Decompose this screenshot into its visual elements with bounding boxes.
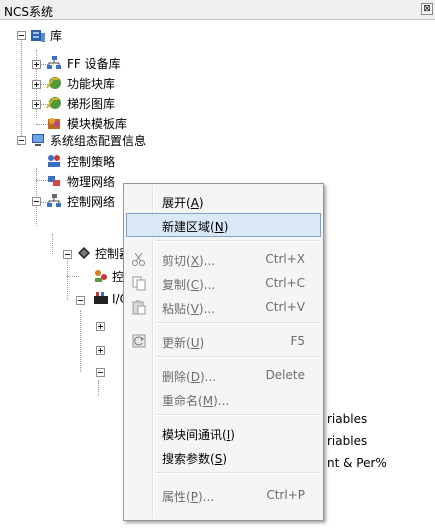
control-network-icon xyxy=(47,194,61,207)
menu-item-new-area[interactable]: 新建区域(N) xyxy=(126,213,321,237)
collapse-toggle[interactable] xyxy=(32,197,41,206)
menu-separator xyxy=(156,356,319,358)
menu-item-inter-module-comm[interactable]: 模块间通讯(I) xyxy=(126,421,321,445)
context-menu: 展开(A) 新建区域(N) 剪切(X)... Ctrl+X 复制(C)... C… xyxy=(123,183,324,521)
menu-item-delete[interactable]: 删除(D)... Delete xyxy=(126,363,321,387)
expand-toggle[interactable] xyxy=(96,346,105,355)
menu-separator xyxy=(156,414,319,416)
ff-device-icon xyxy=(47,56,61,69)
copy-icon xyxy=(132,276,146,291)
menu-item-expand[interactable]: 展开(A) xyxy=(126,189,321,213)
tree-item-extra[interactable]: nt & Per% xyxy=(327,456,387,470)
tree-item-physical-network[interactable]: 物理网络 xyxy=(67,175,115,189)
menu-item-search-params[interactable]: 搜索参数(S) xyxy=(126,445,321,469)
collapse-toggle[interactable] xyxy=(17,136,26,145)
shortcut-refresh: F5 xyxy=(290,334,305,348)
system-config-icon xyxy=(32,134,44,146)
tree-item-variables[interactable]: riables xyxy=(327,434,367,448)
library-icon xyxy=(31,30,45,42)
io-icon xyxy=(94,292,108,304)
shortcut-paste: Ctrl+V xyxy=(265,300,305,314)
tree-item-module-template-library[interactable]: 模块模板库 xyxy=(67,117,127,131)
tree-item-system-config[interactable]: 系统组态配置信息 xyxy=(50,134,146,148)
controller-icon xyxy=(78,247,90,259)
tree-item-function-block-library[interactable]: 功能块库 xyxy=(67,77,115,91)
scissors-icon xyxy=(132,252,145,266)
expand-toggle[interactable] xyxy=(32,80,41,89)
shortcut-delete: Delete xyxy=(265,368,305,382)
tree-item-variables[interactable]: riables xyxy=(327,412,367,426)
tree-item-ladder-library[interactable]: 梯形图库 xyxy=(67,97,115,111)
collapse-toggle[interactable] xyxy=(17,31,26,40)
shortcut-cut: Ctrl+X xyxy=(265,252,305,266)
collapse-toggle[interactable] xyxy=(63,250,72,259)
menu-item-cut[interactable]: 剪切(X)... Ctrl+X xyxy=(126,247,321,271)
panel-title-bar: NCS系统 ⊠ xyxy=(0,0,435,20)
expand-toggle[interactable] xyxy=(32,60,41,69)
menu-item-copy[interactable]: 复制(C)... Ctrl+C xyxy=(126,271,321,295)
menu-item-refresh[interactable]: 更新(U) F5 xyxy=(126,329,321,353)
collapse-toggle[interactable] xyxy=(96,368,105,377)
menu-separator xyxy=(156,322,319,324)
pin-icon[interactable]: ⊠ xyxy=(421,3,433,15)
expand-toggle[interactable] xyxy=(32,100,41,109)
tree-item-ff-device-library[interactable]: FF 设备库 xyxy=(67,57,121,71)
panel-title: NCS系统 xyxy=(4,5,53,19)
menu-item-properties[interactable]: 属性(P)... Ctrl+P xyxy=(126,483,321,507)
control-strategy-icon xyxy=(48,155,60,167)
ladder-icon xyxy=(46,97,61,109)
tree-item-control-strategy[interactable]: 控制策略 xyxy=(67,155,115,169)
physical-network-icon xyxy=(48,176,60,186)
menu-item-rename[interactable]: 重命名(M)... xyxy=(126,387,321,411)
paste-icon xyxy=(132,300,146,315)
refresh-icon xyxy=(132,334,146,348)
tree-item-library[interactable]: 库 xyxy=(50,29,62,43)
strategy-icon xyxy=(95,270,107,282)
menu-separator xyxy=(156,472,319,474)
menu-separator xyxy=(156,240,319,242)
tree-item-control-network[interactable]: 控制网络 xyxy=(67,195,115,209)
module-template-icon xyxy=(48,118,60,129)
shortcut-copy: Ctrl+C xyxy=(265,276,305,290)
expand-toggle[interactable] xyxy=(96,322,105,331)
function-block-icon xyxy=(46,77,61,89)
collapse-toggle[interactable] xyxy=(76,296,85,305)
shortcut-properties: Ctrl+P xyxy=(266,488,305,502)
menu-item-paste[interactable]: 粘贴(V)... Ctrl+V xyxy=(126,295,321,319)
